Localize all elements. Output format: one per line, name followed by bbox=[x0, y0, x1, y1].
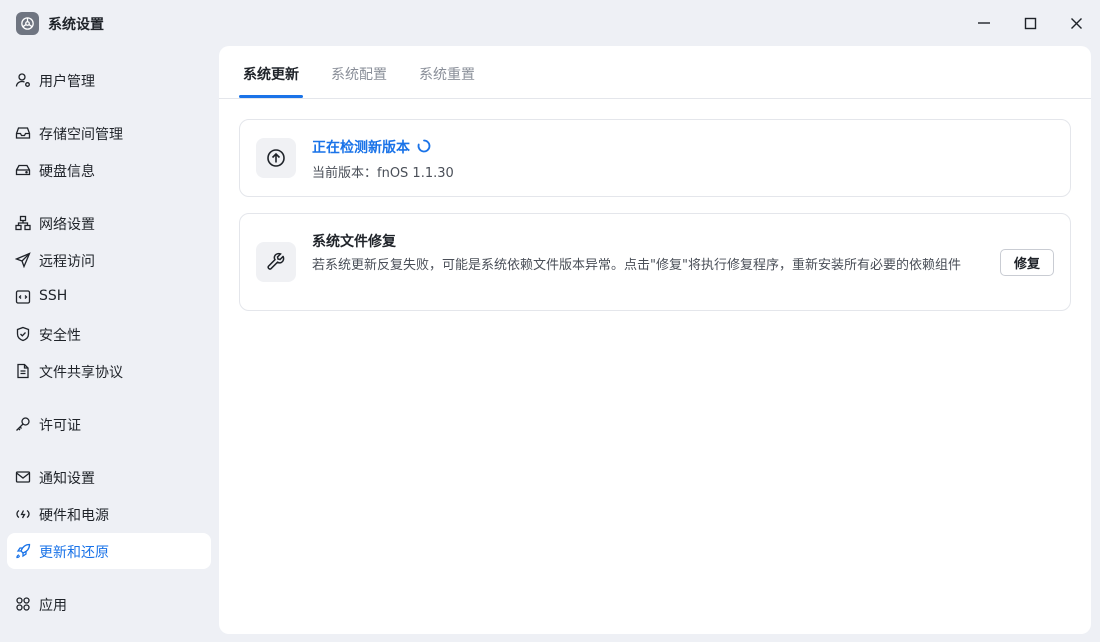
tab-bar: 系统更新 系统配置 系统重置 bbox=[219, 46, 1091, 99]
mail-icon bbox=[15, 469, 31, 485]
repair-title: 系统文件修复 bbox=[312, 234, 396, 250]
sidebar-item-ssh[interactable]: SSH bbox=[7, 279, 211, 315]
repair-description: 若系统更新反复失败，可能是系统依赖文件版本异常。点击"修复"将执行修复程序，重新… bbox=[312, 258, 961, 273]
sidebar-item-disk-info[interactable]: 硬盘信息 bbox=[7, 152, 211, 188]
sidebar-item-hardware-power[interactable]: 硬件和电源 bbox=[7, 496, 211, 532]
close-icon bbox=[1070, 17, 1083, 30]
current-version-text: 当前版本：fnOS 1.1.30 bbox=[312, 166, 454, 181]
sidebar-item-label: 文件共享协议 bbox=[39, 365, 123, 381]
shield-icon bbox=[15, 326, 31, 342]
tab-system-reset[interactable]: 系统重置 bbox=[419, 64, 475, 84]
tab-active-indicator bbox=[239, 95, 303, 98]
window-title: 系统设置 bbox=[48, 17, 104, 33]
sidebar-item-label: 用户管理 bbox=[39, 74, 95, 90]
network-icon bbox=[15, 215, 31, 231]
sidebar-item-notifications[interactable]: 通知设置 bbox=[7, 459, 211, 495]
power-icon bbox=[15, 506, 31, 522]
main-panel: 系统更新 系统配置 系统重置 正在检测新版本 当前版本：fnOS 1.1.30 … bbox=[219, 46, 1091, 634]
tab-system-config[interactable]: 系统配置 bbox=[331, 64, 387, 84]
sidebar-item-label: 硬件和电源 bbox=[39, 508, 109, 524]
sidebar-item-label: 许可证 bbox=[39, 418, 81, 434]
sidebar-item-label: 应用 bbox=[39, 598, 67, 614]
storage-icon bbox=[15, 125, 31, 141]
sidebar-item-label: 安全性 bbox=[39, 328, 81, 344]
loading-spinner-icon bbox=[417, 139, 431, 153]
file-repair-card: 系统文件修复 若系统更新反复失败，可能是系统依赖文件版本异常。点击"修复"将执行… bbox=[239, 213, 1071, 311]
sidebar-item-file-sharing[interactable]: 文件共享协议 bbox=[7, 353, 211, 389]
update-check-card: 正在检测新版本 当前版本：fnOS 1.1.30 bbox=[239, 119, 1071, 197]
key-icon bbox=[15, 416, 31, 432]
sidebar-item-security[interactable]: 安全性 bbox=[7, 316, 211, 352]
sidebar-item-label: 远程访问 bbox=[39, 254, 95, 270]
sidebar-item-update-restore[interactable]: 更新和还原 bbox=[7, 533, 211, 569]
disk-icon bbox=[15, 162, 31, 178]
sidebar-item-label: 硬盘信息 bbox=[39, 164, 95, 180]
user-icon bbox=[15, 72, 31, 88]
send-icon bbox=[15, 252, 31, 268]
maximize-button[interactable] bbox=[1017, 10, 1043, 36]
minimize-button[interactable] bbox=[971, 10, 997, 36]
document-icon bbox=[15, 363, 31, 379]
maximize-icon bbox=[1024, 17, 1037, 30]
apps-icon bbox=[15, 596, 31, 612]
sidebar: 用户管理 存储空间管理 硬盘信息 网络设置 远程访问 SSH 安全性 文件共享协… bbox=[0, 46, 219, 642]
sidebar-item-storage[interactable]: 存储空间管理 bbox=[7, 115, 211, 151]
close-button[interactable] bbox=[1063, 10, 1089, 36]
ssh-icon bbox=[15, 289, 31, 305]
sidebar-item-label: 存储空间管理 bbox=[39, 127, 123, 143]
update-status-title: 正在检测新版本 bbox=[312, 140, 410, 156]
sidebar-item-users[interactable]: 用户管理 bbox=[7, 62, 211, 98]
sidebar-item-label: 更新和还原 bbox=[39, 545, 109, 561]
rocket-icon bbox=[15, 543, 31, 559]
sidebar-item-remote-access[interactable]: 远程访问 bbox=[7, 242, 211, 278]
sidebar-item-label: 网络设置 bbox=[39, 217, 95, 233]
sidebar-item-license[interactable]: 许可证 bbox=[7, 406, 211, 442]
settings-app-icon bbox=[16, 12, 39, 35]
sidebar-item-label: SSH bbox=[39, 288, 68, 304]
repair-button[interactable]: 修复 bbox=[1000, 249, 1054, 276]
sidebar-item-network[interactable]: 网络设置 bbox=[7, 205, 211, 241]
arrow-up-circle-icon bbox=[256, 138, 296, 178]
minimize-icon bbox=[977, 16, 991, 30]
wrench-icon bbox=[256, 242, 296, 282]
sidebar-item-apps[interactable]: 应用 bbox=[7, 586, 211, 622]
title-bar: 系统设置 bbox=[0, 0, 1100, 46]
tab-system-update[interactable]: 系统更新 bbox=[243, 64, 299, 84]
sidebar-item-label: 通知设置 bbox=[39, 471, 95, 487]
